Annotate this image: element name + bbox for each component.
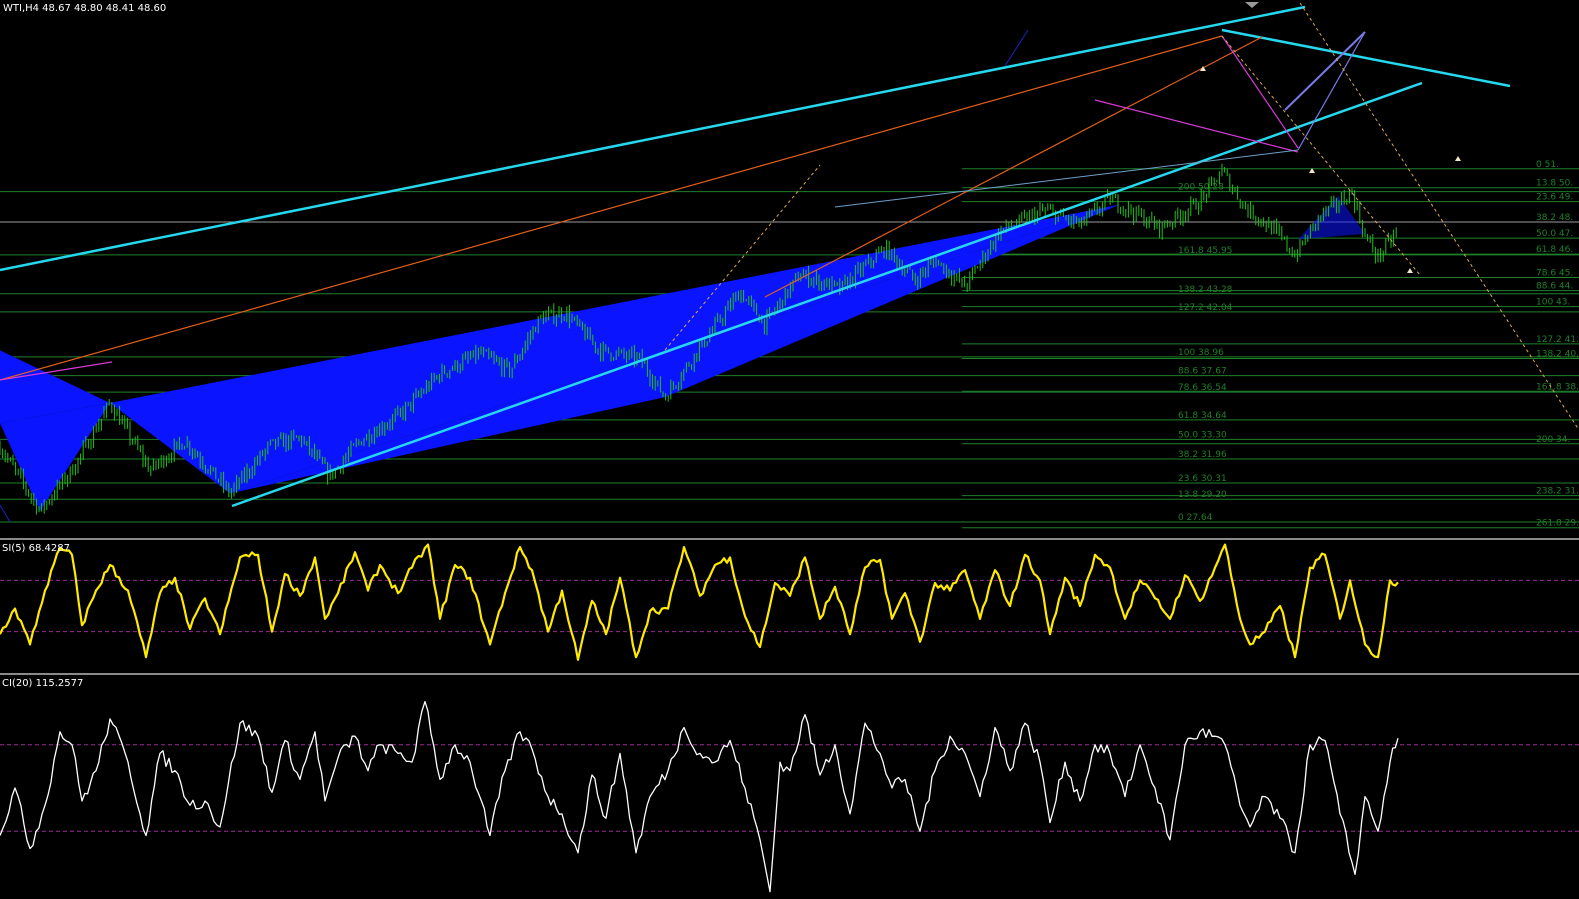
fib-level-right-label: 23.6 49. <box>1536 193 1573 203</box>
fib-level-label: 0 27.64 <box>1178 513 1213 523</box>
fib-level-label: 127.2 42.04 <box>1178 303 1233 313</box>
fib-level-right-label: 13.8 50. <box>1536 179 1573 189</box>
cci-header: CI(20) 115.2577 <box>2 678 84 689</box>
main-chart-header: WTI,H4 48.67 48.80 48.41 48.60 <box>3 3 167 14</box>
fib-level-label: 88.6 37.67 <box>1178 367 1227 377</box>
fib-level-label: 161.8 45.95 <box>1178 246 1232 256</box>
fib-level-right-label: 61.8 46. <box>1536 245 1573 255</box>
fib-level-label: 38.2 31.96 <box>1178 450 1227 460</box>
fib-level-right-label: 78.6 45. <box>1536 268 1573 278</box>
fib-level-label: 138.2 43.28 <box>1178 285 1233 295</box>
fib-level-right-label: 138.2 40. <box>1536 349 1579 359</box>
chart-canvas: 0 51.13.8 50.23.6 49.38.2 48.50.0 47.61.… <box>0 0 1579 899</box>
fib-level-right-label: 161.8 38. <box>1536 382 1579 392</box>
fib-level-right-label: 261.8 29. <box>1536 519 1579 529</box>
fib-level-label: 23.6 30.31 <box>1178 474 1227 484</box>
fib-level-label: 50.0 33.30 <box>1178 430 1227 440</box>
fib-level-label: 100 38.96 <box>1178 348 1224 358</box>
fib-level-right-label: 100 43. <box>1536 298 1570 308</box>
fib-level-label: 78.6 36.54 <box>1178 383 1227 393</box>
fib-level-right-label: 127.2 41. <box>1536 335 1579 345</box>
fib-level-label: 61.8 34.64 <box>1178 411 1227 421</box>
fib-level-right-label: 88.6 44. <box>1536 282 1573 292</box>
fib-level-label: 13.8 29.20 <box>1178 490 1227 500</box>
fib-level-right-label: 0 51. <box>1536 160 1559 170</box>
fib-level-right-label: 50.0 47. <box>1536 229 1573 239</box>
rsi-header: SI(5) 68.4287 <box>2 543 70 554</box>
fib-level-right-label: 238.2 31. <box>1536 487 1579 497</box>
